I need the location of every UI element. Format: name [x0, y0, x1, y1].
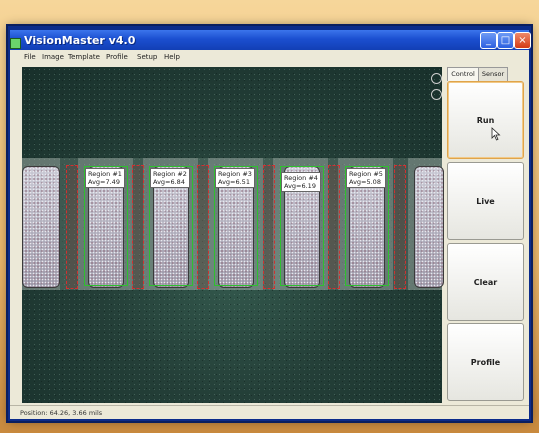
region-average: Avg=6.19: [284, 182, 316, 190]
capsule: [414, 166, 444, 288]
region-name: Region #1: [88, 170, 122, 178]
minimize-button[interactable]: _: [480, 32, 497, 49]
region-average: Avg=6.84: [153, 178, 185, 186]
gap-roi[interactable]: [132, 165, 144, 289]
region-label-3: Region #3 Avg=6.51: [215, 168, 255, 188]
capsule: [22, 166, 60, 288]
mouse-cursor-icon: [491, 127, 501, 141]
gap-roi[interactable]: [328, 165, 340, 289]
live-button[interactable]: Live: [447, 162, 524, 240]
tab-sensor[interactable]: Sensor: [478, 67, 508, 81]
menu-setup[interactable]: Setup: [137, 53, 157, 61]
gap-roi[interactable]: [197, 165, 209, 289]
menu-profile[interactable]: Profile: [106, 53, 128, 61]
gap-roi[interactable]: [263, 165, 275, 289]
region-label-4: Region #4 Avg=6.19: [281, 172, 321, 192]
live-label: Live: [476, 196, 495, 206]
profile-button[interactable]: Profile: [447, 323, 524, 401]
region-label-1: Region #1 Avg=7.49: [85, 168, 125, 188]
gap-roi[interactable]: [66, 165, 78, 289]
region-label-2: Region #2 Avg=6.84: [150, 168, 190, 188]
app-icon: [10, 38, 21, 49]
menu-image[interactable]: Image: [42, 53, 64, 61]
region-average: Avg=6.51: [218, 178, 250, 186]
status-bar: Position: 64.26, 3.66 mils: [10, 405, 529, 419]
region-average: Avg=5.08: [349, 178, 381, 186]
menu-template[interactable]: Template: [68, 53, 100, 61]
window-title: VisionMaster v4.0: [24, 34, 136, 47]
close-button[interactable]: ×: [514, 32, 531, 49]
region-average: Avg=7.49: [88, 178, 120, 186]
maximize-button[interactable]: □: [497, 32, 514, 49]
run-button[interactable]: Run: [447, 81, 524, 159]
region-name: Region #3: [218, 170, 252, 178]
gap-roi[interactable]: [394, 165, 406, 289]
menu-bar: File Image Template Profile Setup Help: [10, 50, 529, 65]
zoom-out-icon[interactable]: [431, 89, 442, 100]
clear-button[interactable]: Clear: [447, 243, 524, 321]
tab-control[interactable]: Control: [447, 67, 479, 81]
region-label-5: Region #5 Avg=5.08: [346, 168, 386, 188]
run-label: Run: [476, 115, 495, 125]
profile-label: Profile: [470, 357, 501, 367]
menu-help[interactable]: Help: [164, 53, 180, 61]
menu-file[interactable]: File: [24, 53, 36, 61]
region-name: Region #5: [349, 170, 383, 178]
zoom-in-icon[interactable]: [431, 73, 442, 84]
region-name: Region #4: [284, 174, 318, 182]
clear-label: Clear: [473, 277, 498, 287]
position-readout: Position: 64.26, 3.66 mils: [20, 409, 103, 417]
region-name: Region #2: [153, 170, 187, 178]
